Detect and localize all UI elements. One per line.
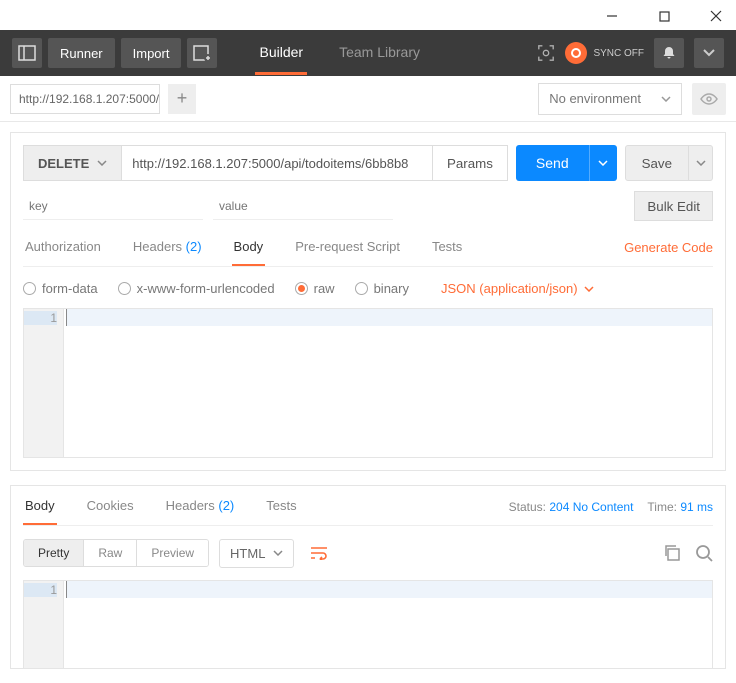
- response-format-select[interactable]: HTML: [219, 539, 294, 568]
- close-button[interactable]: [702, 2, 730, 30]
- chevron-down-icon: [696, 160, 706, 166]
- sync-toggle[interactable]: SYNC OFF: [565, 42, 644, 64]
- http-method-label: DELETE: [38, 156, 89, 171]
- sync-icon: [565, 42, 587, 64]
- request-panel: DELETE Params Send Save Bulk Edit Author…: [10, 132, 726, 471]
- user-menu-button[interactable]: [694, 38, 724, 68]
- request-tabs: Authorization Headers (2) Body Pre-reque…: [23, 239, 713, 267]
- tab-authorization[interactable]: Authorization: [23, 239, 103, 266]
- new-tab-button[interactable]: [187, 38, 217, 68]
- resp-tab-cookies[interactable]: Cookies: [85, 498, 136, 525]
- copy-icon[interactable]: [663, 544, 681, 562]
- params-button[interactable]: Params: [433, 145, 508, 181]
- chevron-down-icon: [97, 160, 107, 166]
- tab-builder[interactable]: Builder: [255, 32, 307, 75]
- import-button[interactable]: Import: [121, 38, 182, 68]
- radio-raw[interactable]: raw: [295, 281, 335, 296]
- notifications-button[interactable]: [654, 38, 684, 68]
- radio-icon: [118, 282, 131, 295]
- http-method-select[interactable]: DELETE: [23, 145, 122, 181]
- sync-label: SYNC OFF: [593, 48, 644, 59]
- save-button[interactable]: Save: [625, 145, 689, 181]
- env-quicklook-button[interactable]: [692, 83, 726, 115]
- minimize-button[interactable]: [598, 2, 626, 30]
- wrap-lines-button[interactable]: [304, 538, 334, 568]
- sidebar-toggle-button[interactable]: [12, 38, 42, 68]
- editor-textarea[interactable]: [64, 581, 712, 668]
- new-request-tab[interactable]: +: [168, 84, 196, 114]
- tab-prerequest[interactable]: Pre-request Script: [293, 239, 402, 266]
- radio-binary[interactable]: binary: [355, 281, 409, 296]
- tab-body[interactable]: Body: [232, 239, 266, 266]
- environment-select[interactable]: No environment: [538, 83, 682, 115]
- body-type-selector: form-data x-www-form-urlencoded raw bina…: [23, 281, 713, 296]
- radio-icon: [295, 282, 308, 295]
- time-value: 91 ms: [680, 500, 713, 514]
- param-value-input[interactable]: [213, 193, 393, 220]
- view-raw[interactable]: Raw: [83, 540, 136, 566]
- view-preview[interactable]: Preview: [136, 540, 208, 566]
- wrap-icon: [310, 546, 328, 560]
- send-dropdown[interactable]: [589, 145, 617, 181]
- tab-headers[interactable]: Headers (2): [131, 239, 204, 266]
- param-key-input[interactable]: [23, 193, 203, 220]
- response-view-mode: Pretty Raw Preview: [23, 539, 209, 567]
- resp-tab-tests[interactable]: Tests: [264, 498, 298, 525]
- response-meta: Status: 204 No Content Time: 91 ms: [509, 500, 713, 524]
- radio-icon: [355, 282, 368, 295]
- chevron-down-icon: [661, 96, 671, 102]
- editor-textarea[interactable]: [64, 309, 712, 457]
- resp-tab-headers[interactable]: Headers (2): [164, 498, 237, 525]
- response-panel: Body Cookies Headers (2) Tests Status: 2…: [10, 485, 726, 669]
- response-body-editor[interactable]: 1: [23, 580, 713, 668]
- environment-label: No environment: [549, 91, 641, 106]
- resp-tab-body[interactable]: Body: [23, 498, 57, 525]
- top-toolbar: Runner Import Builder Team Library SYNC …: [0, 30, 736, 76]
- chevron-down-icon: [598, 160, 608, 166]
- generate-code-link[interactable]: Generate Code: [624, 240, 713, 265]
- tab-team-library[interactable]: Team Library: [335, 32, 424, 75]
- tab-tests[interactable]: Tests: [430, 239, 464, 266]
- runner-button[interactable]: Runner: [48, 38, 115, 68]
- search-icon[interactable]: [695, 544, 713, 562]
- editor-gutter: 1: [24, 581, 64, 668]
- radio-icon: [23, 282, 36, 295]
- env-bar: http://192.168.1.207:5000/a + No environ…: [0, 76, 736, 122]
- response-tabs: Body Cookies Headers (2) Tests: [23, 498, 299, 525]
- editor-gutter: 1: [24, 309, 64, 457]
- radio-x-www-form-urlencoded[interactable]: x-www-form-urlencoded: [118, 281, 275, 296]
- view-pretty[interactable]: Pretty: [24, 540, 83, 566]
- url-input[interactable]: [122, 145, 433, 181]
- status-value: 204 No Content: [549, 500, 633, 514]
- bulk-edit-button[interactable]: Bulk Edit: [634, 191, 713, 221]
- radio-form-data[interactable]: form-data: [23, 281, 98, 296]
- maximize-button[interactable]: [650, 2, 678, 30]
- chevron-down-icon: [584, 286, 594, 292]
- chevron-down-icon: [273, 550, 283, 556]
- save-dropdown[interactable]: [689, 145, 713, 181]
- top-tabs: Builder Team Library: [255, 32, 424, 75]
- send-button[interactable]: Send: [516, 145, 589, 181]
- content-type-select[interactable]: JSON (application/json): [441, 281, 594, 296]
- capture-icon[interactable]: [537, 44, 555, 62]
- request-body-editor[interactable]: 1: [23, 308, 713, 458]
- window-titlebar: [0, 0, 736, 30]
- request-tab[interactable]: http://192.168.1.207:5000/a: [10, 84, 160, 114]
